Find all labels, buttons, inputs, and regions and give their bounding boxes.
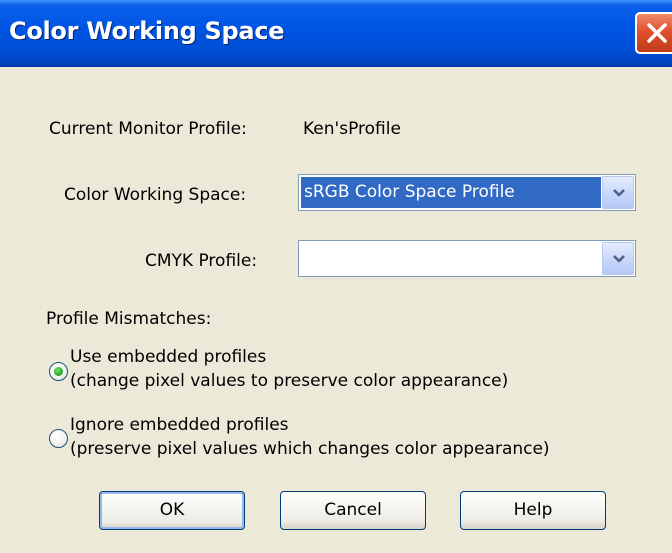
cmyk-profile-dropdown-button[interactable]: [602, 242, 634, 275]
ignore-embedded-profiles-radio[interactable]: [49, 429, 68, 448]
radio-selected-dot: [54, 367, 63, 376]
use-embedded-profiles-option[interactable]: Use embedded profiles (change pixel valu…: [70, 345, 508, 393]
monitor-profile-label: Current Monitor Profile:: [49, 119, 247, 139]
monitor-profile-value: Ken'sProfile: [303, 119, 401, 139]
ignore-embedded-profiles-label: Ignore embedded profiles: [70, 415, 289, 435]
color-working-space-dialog: Color Working Space Current Monitor Prof…: [0, 0, 672, 553]
help-button[interactable]: Help: [460, 491, 606, 530]
cmyk-profile-label: CMYK Profile:: [145, 251, 258, 271]
window-title: Color Working Space: [9, 17, 285, 45]
close-button[interactable]: [635, 12, 672, 54]
use-embedded-profiles-radio[interactable]: [49, 362, 68, 381]
color-working-space-dropdown-button[interactable]: [602, 176, 634, 209]
ok-button[interactable]: OK: [99, 491, 245, 530]
cancel-button[interactable]: Cancel: [280, 491, 426, 530]
color-working-space-label: Color Working Space:: [64, 185, 247, 205]
cmyk-profile-select[interactable]: [298, 240, 636, 277]
color-working-space-value: sRGB Color Space Profile: [301, 177, 601, 208]
title-bar[interactable]: Color Working Space: [0, 0, 672, 67]
cmyk-profile-value: [301, 243, 601, 274]
ignore-embedded-profiles-option[interactable]: Ignore embedded profiles (preserve pixel…: [70, 413, 550, 461]
ignore-embedded-profiles-description: (preserve pixel values which changes col…: [70, 439, 550, 459]
use-embedded-profiles-label: Use embedded profiles: [70, 347, 267, 367]
use-embedded-profiles-description: (change pixel values to preserve color a…: [70, 371, 509, 391]
profile-mismatches-label: Profile Mismatches:: [46, 309, 212, 329]
color-working-space-select[interactable]: sRGB Color Space Profile: [298, 174, 636, 211]
